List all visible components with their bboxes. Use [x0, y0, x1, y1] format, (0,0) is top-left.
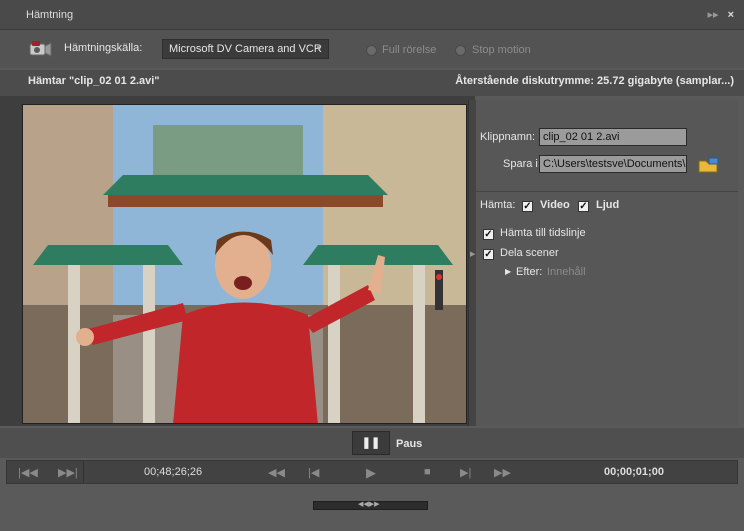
- pause-label: Paus: [396, 438, 423, 450]
- window-title: Hämtning: [26, 9, 74, 21]
- pause-icon: ❚❚: [361, 437, 381, 449]
- shuttle-slider[interactable]: ◀◀▶▶: [313, 501, 428, 510]
- video-frame-image: [23, 105, 466, 423]
- clip-name-label: Klippnamn:: [480, 131, 536, 143]
- capture-label: Hämta:: [480, 199, 516, 211]
- stop-icon[interactable]: ■: [424, 466, 431, 478]
- audio-checkbox[interactable]: ✓: [578, 201, 589, 212]
- goto-start-icon[interactable]: |◀◀: [18, 466, 38, 479]
- stop-motion-label: Stop motion: [472, 44, 531, 56]
- capturing-status: Hämtar "clip_02 01 2.avi": [28, 75, 160, 87]
- step-forward-icon[interactable]: ▶|: [460, 466, 471, 479]
- goto-end-icon[interactable]: ▶▶|: [58, 466, 78, 479]
- save-in-label: Spara i:: [503, 158, 541, 170]
- source-label: Hämtningskälla:: [64, 42, 143, 54]
- full-motion-radio[interactable]: [366, 45, 377, 56]
- split-scenes-checkbox[interactable]: ✓: [483, 249, 494, 260]
- rewind-icon[interactable]: ◀◀: [268, 466, 285, 479]
- window-controls: ▸▸ ×: [707, 8, 734, 21]
- panel-menu-icon[interactable]: ▸▸: [707, 9, 718, 21]
- close-icon[interactable]: ×: [728, 9, 734, 21]
- stop-motion-radio[interactable]: [455, 45, 466, 56]
- audio-label: Ljud: [596, 199, 620, 211]
- video-preview: [22, 104, 467, 424]
- current-timecode: 00;48;26;26: [144, 466, 203, 478]
- disk-space-status: Återstående diskutrymme: 25.72 gigabyte …: [455, 75, 734, 87]
- chevron-down-icon: ▼: [315, 44, 323, 53]
- play-icon[interactable]: ▶: [366, 465, 376, 481]
- capture-to-timeline-checkbox[interactable]: ✓: [483, 229, 494, 240]
- folder-icon[interactable]: [697, 156, 721, 174]
- separator: [83, 461, 84, 483]
- after-label: Efter:: [516, 266, 543, 278]
- check-icon: ✓: [523, 201, 532, 212]
- after-value[interactable]: Innehåll: [547, 266, 586, 278]
- shuttle-handle-icon[interactable]: ◀◀▶▶: [358, 500, 380, 508]
- pause-button[interactable]: ❚❚: [352, 431, 390, 455]
- fast-forward-icon[interactable]: ▶▶: [494, 466, 511, 479]
- duration-timecode: 00;00;01;00: [604, 466, 664, 478]
- split-scenes-label: Dela scener: [500, 247, 559, 259]
- check-icon: ✓: [579, 201, 588, 212]
- clip-name-field[interactable]: clip_02 01 2.avi: [539, 128, 687, 146]
- status-bar: Hämtar "clip_02 01 2.avi" Återstående di…: [0, 70, 744, 96]
- check-icon: ✓: [484, 229, 493, 240]
- chevron-right-icon[interactable]: ▶: [505, 267, 511, 276]
- title-bar: Hämtning ▸▸ ×: [0, 0, 744, 30]
- video-label: Video: [540, 199, 570, 211]
- step-back-icon[interactable]: |◀: [308, 466, 319, 479]
- save-in-field[interactable]: C:\Users\testsve\Documents\: [539, 155, 687, 173]
- full-motion-label: Full rörelse: [382, 44, 437, 56]
- source-device-value: Microsoft DV Camera and VCR: [169, 43, 322, 55]
- check-icon: ✓: [484, 249, 493, 260]
- capture-settings-panel: [476, 100, 738, 426]
- camcorder-icon: [29, 41, 52, 57]
- video-checkbox[interactable]: ✓: [522, 201, 533, 212]
- chevron-right-icon: ▶: [470, 251, 476, 258]
- section-divider: [476, 191, 738, 192]
- source-device-select[interactable]: Microsoft DV Camera and VCR ▼: [162, 39, 329, 59]
- capture-to-timeline-label: Hämta till tidslinje: [500, 227, 586, 239]
